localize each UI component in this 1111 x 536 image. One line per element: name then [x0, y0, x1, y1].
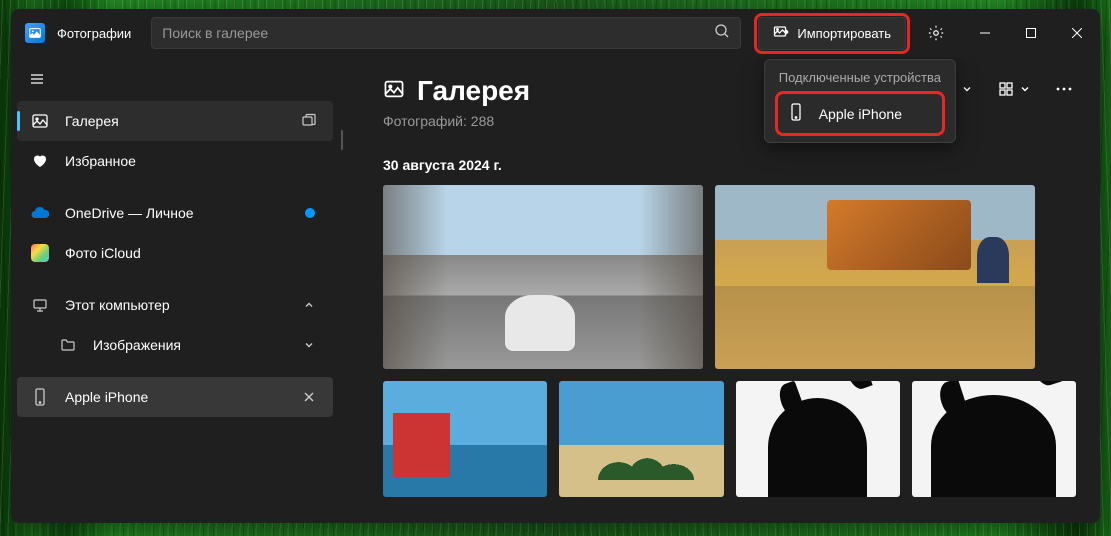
phone-icon	[789, 103, 803, 124]
sidebar-item-onedrive[interactable]: OneDrive — Личное	[17, 193, 333, 233]
maximize-button[interactable]	[1008, 9, 1054, 57]
photo-thumbnail[interactable]	[715, 185, 1035, 369]
close-button[interactable]	[1054, 9, 1100, 57]
search-icon[interactable]	[714, 23, 730, 44]
sidebar-item-favorites[interactable]: Избранное	[17, 141, 333, 181]
computer-icon	[31, 297, 49, 313]
more-button[interactable]	[1052, 83, 1076, 95]
date-group-header: 30 августа 2024 г.	[383, 157, 1076, 173]
sidebar-item-iphone[interactable]: Apple iPhone	[17, 377, 333, 417]
sidebar-item-label: Изображения	[93, 337, 283, 353]
gallery-title-icon	[383, 78, 405, 105]
photo-row	[383, 185, 1076, 369]
page-title: Галерея	[417, 75, 530, 107]
sidebar-item-label: Фото iCloud	[65, 245, 319, 261]
popup-device-item[interactable]: Apple iPhone	[779, 95, 941, 132]
phone-icon	[31, 388, 49, 406]
sidebar-item-label: OneDrive — Личное	[65, 205, 289, 221]
photo-thumbnail[interactable]	[912, 381, 1076, 497]
sidebar-item-label: Избранное	[65, 153, 319, 169]
settings-button[interactable]	[918, 24, 954, 42]
window-controls	[962, 9, 1100, 57]
photo-count: Фотографий: 288	[383, 113, 530, 129]
sidebar-item-pictures[interactable]: Изображения	[17, 325, 333, 365]
photo-thumbnail[interactable]	[736, 381, 900, 497]
onedrive-icon	[31, 206, 49, 220]
photo-thumbnail[interactable]	[383, 185, 703, 369]
import-button[interactable]: Импортировать	[758, 17, 906, 50]
popup-title: Подключенные устройства	[779, 70, 941, 85]
app-title: Фотографии	[57, 26, 131, 41]
import-popup: Подключенные устройства Apple iPhone	[764, 59, 956, 143]
titlebar: Фотографии Импортировать	[11, 9, 1100, 57]
popup-device-label: Apple iPhone	[819, 106, 902, 122]
sidebar: Галерея Избранное OneDrive — Личное Фото…	[11, 57, 339, 523]
sidebar-item-gallery[interactable]: Галерея	[17, 101, 333, 141]
sidebar-item-label: Этот компьютер	[65, 297, 283, 313]
icloud-icon	[31, 244, 49, 262]
view-mode-button[interactable]	[994, 77, 1034, 101]
search-input[interactable]	[162, 25, 714, 41]
gallery-icon	[31, 112, 49, 130]
hamburger-button[interactable]	[17, 61, 57, 97]
sidebar-item-label: Apple iPhone	[65, 389, 283, 405]
search-box[interactable]	[151, 17, 741, 49]
minimize-button[interactable]	[962, 9, 1008, 57]
chevron-down-icon[interactable]	[299, 339, 319, 351]
photo-thumbnail[interactable]	[559, 381, 723, 497]
sidebar-item-this-pc[interactable]: Этот компьютер	[17, 285, 333, 325]
heart-icon	[31, 153, 49, 169]
gallery-collection-icon[interactable]	[299, 113, 319, 129]
import-icon	[773, 24, 789, 43]
app-icon	[25, 23, 45, 43]
photo-row	[383, 381, 1076, 497]
folder-icon	[59, 337, 77, 353]
sync-indicator	[305, 208, 315, 218]
photo-thumbnail[interactable]	[383, 381, 547, 497]
main-content: Галерея Фотографий: 288	[345, 57, 1100, 523]
import-label: Импортировать	[797, 26, 891, 41]
view-toolbar	[936, 77, 1076, 101]
chevron-up-icon[interactable]	[299, 299, 319, 311]
close-icon[interactable]	[299, 391, 319, 403]
sidebar-item-label: Галерея	[65, 113, 283, 129]
sidebar-item-icloud[interactable]: Фото iCloud	[17, 233, 333, 273]
app-window: Фотографии Импортировать	[11, 9, 1100, 523]
